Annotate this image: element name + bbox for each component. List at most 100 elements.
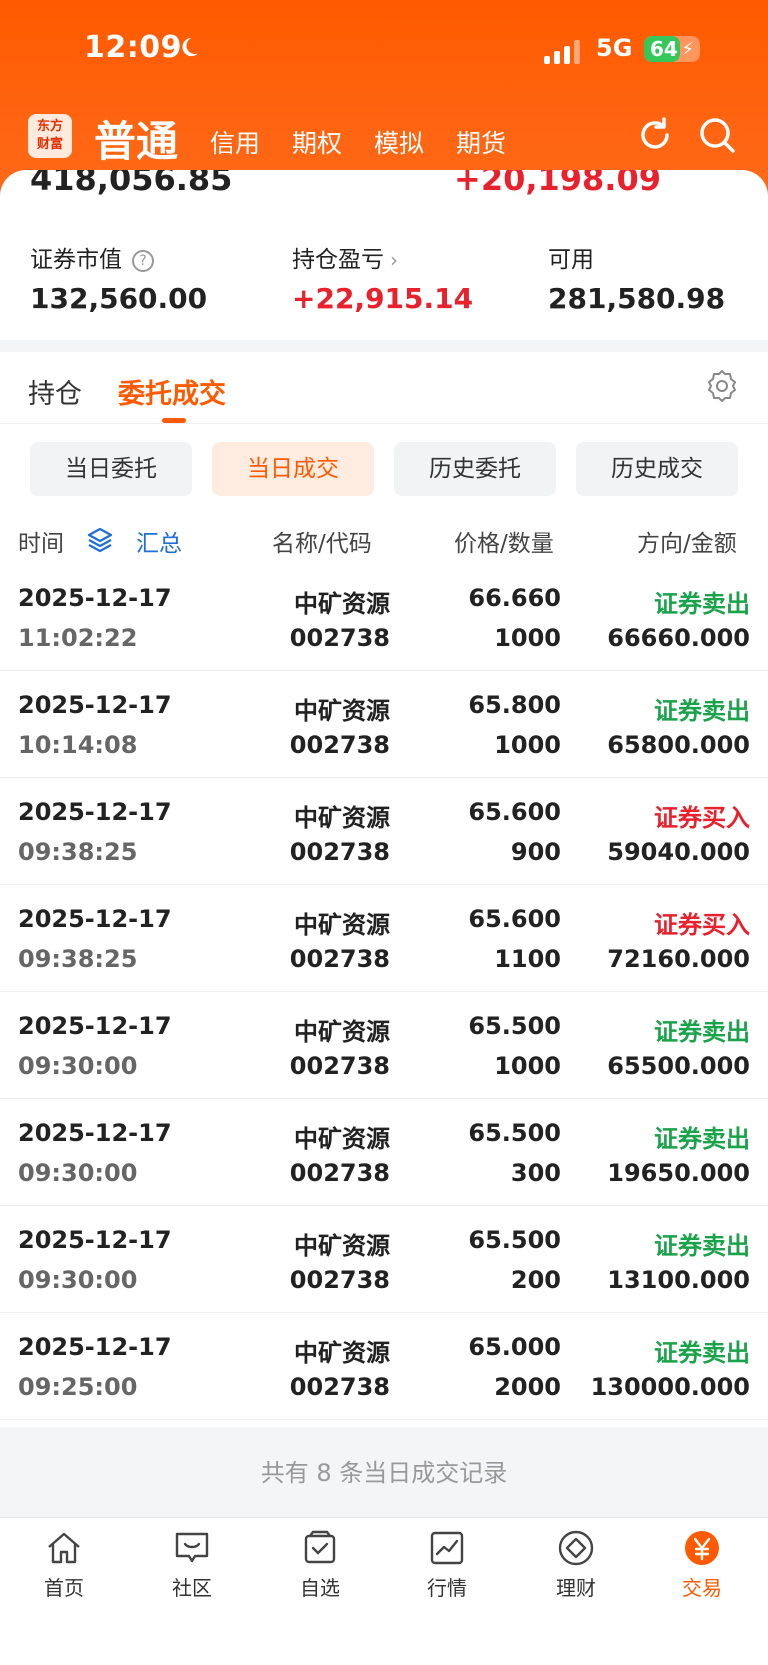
trade-amount: 130000.000 — [590, 1373, 750, 1401]
nav-market-label: 行情 — [427, 1576, 467, 1600]
stock-name: 中矿资源 — [294, 1232, 390, 1260]
table-row[interactable]: 2025-12-17 09:25:00 中矿资源 002738 65.000 2000 证券… — [0, 1313, 768, 1420]
stock-code: 002738 — [289, 1266, 390, 1294]
battery-percent: 64 — [650, 37, 678, 61]
filter-history-trades[interactable]: 历史成交 — [576, 442, 738, 496]
nav-home[interactable]: 首页 — [14, 1528, 114, 1601]
stock-name: 中矿资源 — [294, 1125, 390, 1153]
yuan-coin-icon — [685, 1531, 719, 1565]
trade-date: 2025-12-17 — [18, 1012, 172, 1040]
summary-link[interactable]: 汇总 — [136, 524, 182, 558]
nav-community-label: 社区 — [172, 1576, 212, 1600]
section-tabs: 持仓 委托成交 — [0, 352, 768, 424]
stock-code: 002738 — [289, 1052, 390, 1080]
filter-today-trades[interactable]: 当日成交 — [212, 442, 374, 496]
trade-direction: 证券卖出 — [654, 697, 750, 725]
nav-community[interactable]: 社区 — [142, 1528, 242, 1601]
trade-price: 65.500 — [468, 1012, 561, 1040]
header-name-code: 名称/代码 — [272, 531, 372, 557]
trade-direction: 证券卖出 — [654, 1232, 750, 1260]
tab-orders-trades[interactable]: 委托成交 — [118, 372, 226, 411]
trade-date: 2025-12-17 — [18, 1333, 172, 1361]
trade-price: 66.660 — [468, 584, 561, 612]
checklist-icon — [304, 1530, 336, 1564]
filter-today-orders[interactable]: 当日委托 — [30, 442, 192, 496]
trade-time: 09:38:25 — [18, 945, 138, 973]
table-row[interactable]: 2025-12-17 09:30:00 中矿资源 002738 65.500 300 证券卖… — [0, 1099, 768, 1206]
home-icon — [48, 1532, 80, 1564]
table-row[interactable]: 2025-12-17 09:30:00 中矿资源 002738 65.500 200 证券卖… — [0, 1206, 768, 1313]
refresh-icon[interactable] — [634, 114, 676, 156]
pnl-label[interactable]: 持仓盈亏 › — [292, 240, 398, 274]
trade-direction: 证券卖出 — [654, 590, 750, 618]
stock-code: 002738 — [289, 624, 390, 652]
pnl-label-text: 持仓盈亏 — [292, 247, 384, 273]
market-value-label-text: 证券市值 — [30, 247, 122, 273]
stock-code: 002738 — [289, 731, 390, 759]
stock-code: 002738 — [289, 838, 390, 866]
orders-section: 持仓 委托成交 当日委托 当日成交 历史委托 历史成交 时间 汇总 名称/代码 … — [0, 352, 768, 1427]
trade-amount: 66660.000 — [607, 624, 750, 652]
market-value: 132,560.00 — [30, 282, 208, 315]
app-logo[interactable]: 东方 财富 — [28, 114, 72, 158]
tab-credit[interactable]: 信用 — [210, 124, 260, 160]
trade-time: 09:30:00 — [18, 1159, 138, 1187]
trade-quantity: 2000 — [494, 1373, 561, 1401]
tab-normal[interactable]: 普通 — [94, 108, 178, 169]
signal-icon — [544, 40, 580, 64]
trade-quantity: 1000 — [494, 1052, 561, 1080]
trade-quantity: 1000 — [494, 731, 561, 759]
battery-icon: 64 ⚡ — [644, 36, 700, 62]
trade-time: 09:38:25 — [18, 838, 138, 866]
stock-name: 中矿资源 — [294, 590, 390, 618]
search-icon[interactable] — [696, 114, 738, 156]
tab-futures[interactable]: 期货 — [456, 124, 506, 160]
filter-pills: 当日委托 当日成交 历史委托 历史成交 — [0, 442, 768, 496]
trade-amount: 19650.000 — [607, 1159, 750, 1187]
trade-quantity: 900 — [510, 838, 561, 866]
daily-pnl-value: +20,198.09 — [454, 170, 661, 198]
network-type: 5G — [596, 34, 633, 62]
header-time: 时间 — [18, 531, 64, 557]
trade-amount: 65800.000 — [607, 731, 750, 759]
trade-date: 2025-12-17 — [18, 1226, 172, 1254]
stock-name: 中矿资源 — [294, 911, 390, 939]
table-row[interactable]: 2025-12-17 10:14:08 中矿资源 002738 65.800 1000 证券… — [0, 671, 768, 778]
trade-time: 09:25:00 — [18, 1373, 138, 1401]
chart-line-icon — [430, 1531, 464, 1565]
chat-bubble-icon — [175, 1532, 209, 1563]
help-icon[interactable]: ? — [132, 249, 154, 272]
status-time: 12:09 — [84, 30, 182, 65]
tab-holdings[interactable]: 持仓 — [28, 372, 82, 411]
trade-date: 2025-12-17 — [18, 691, 172, 719]
stock-code: 002738 — [289, 1373, 390, 1401]
trade-price: 65.000 — [468, 1333, 561, 1361]
table-header: 时间 汇总 名称/代码 价格/数量 方向/金额 — [0, 524, 768, 564]
available-value: 281,580.98 — [548, 282, 726, 315]
table-row[interactable]: 2025-12-17 09:38:25 中矿资源 002738 65.600 1100 证券… — [0, 885, 768, 992]
trade-date: 2025-12-17 — [18, 798, 172, 826]
table-row[interactable]: 2025-12-17 09:38:25 中矿资源 002738 65.600 900 证券买… — [0, 778, 768, 885]
table-row[interactable]: 2025-12-17 11:02:22 中矿资源 002738 66.660 1000 证券… — [0, 564, 768, 671]
nav-watchlist[interactable]: 自选 — [270, 1528, 370, 1601]
status-bar: 12:09 5G 64 ⚡ — [0, 30, 768, 74]
gear-icon[interactable] — [704, 368, 740, 404]
diamond-icon — [558, 1530, 594, 1566]
layers-icon[interactable] — [86, 526, 114, 554]
bottom-nav: 首页 社区 自选 行情 理财 交易 — [0, 1517, 768, 1665]
trade-time: 10:14:08 — [18, 731, 138, 759]
trade-price: 65.800 — [468, 691, 561, 719]
nav-home-label: 首页 — [44, 1576, 84, 1600]
stock-name: 中矿资源 — [294, 1339, 390, 1367]
stock-code: 002738 — [289, 1159, 390, 1187]
logo-text-top: 东方 — [36, 119, 63, 134]
table-row[interactable]: 2025-12-17 09:30:00 中矿资源 002738 65.500 1000 证券… — [0, 992, 768, 1099]
nav-market[interactable]: 行情 — [397, 1528, 497, 1601]
filter-history-orders[interactable]: 历史委托 — [394, 442, 556, 496]
nav-trade[interactable]: 交易 — [652, 1528, 752, 1601]
account-summary-card: 418,056.85 +20,198.09 证券市值? 132,560.00 持… — [0, 170, 768, 340]
nav-wealth[interactable]: 理财 — [526, 1528, 626, 1601]
tab-options[interactable]: 期权 — [292, 124, 342, 160]
tab-simulated[interactable]: 模拟 — [374, 124, 424, 160]
trade-quantity: 200 — [510, 1266, 561, 1294]
